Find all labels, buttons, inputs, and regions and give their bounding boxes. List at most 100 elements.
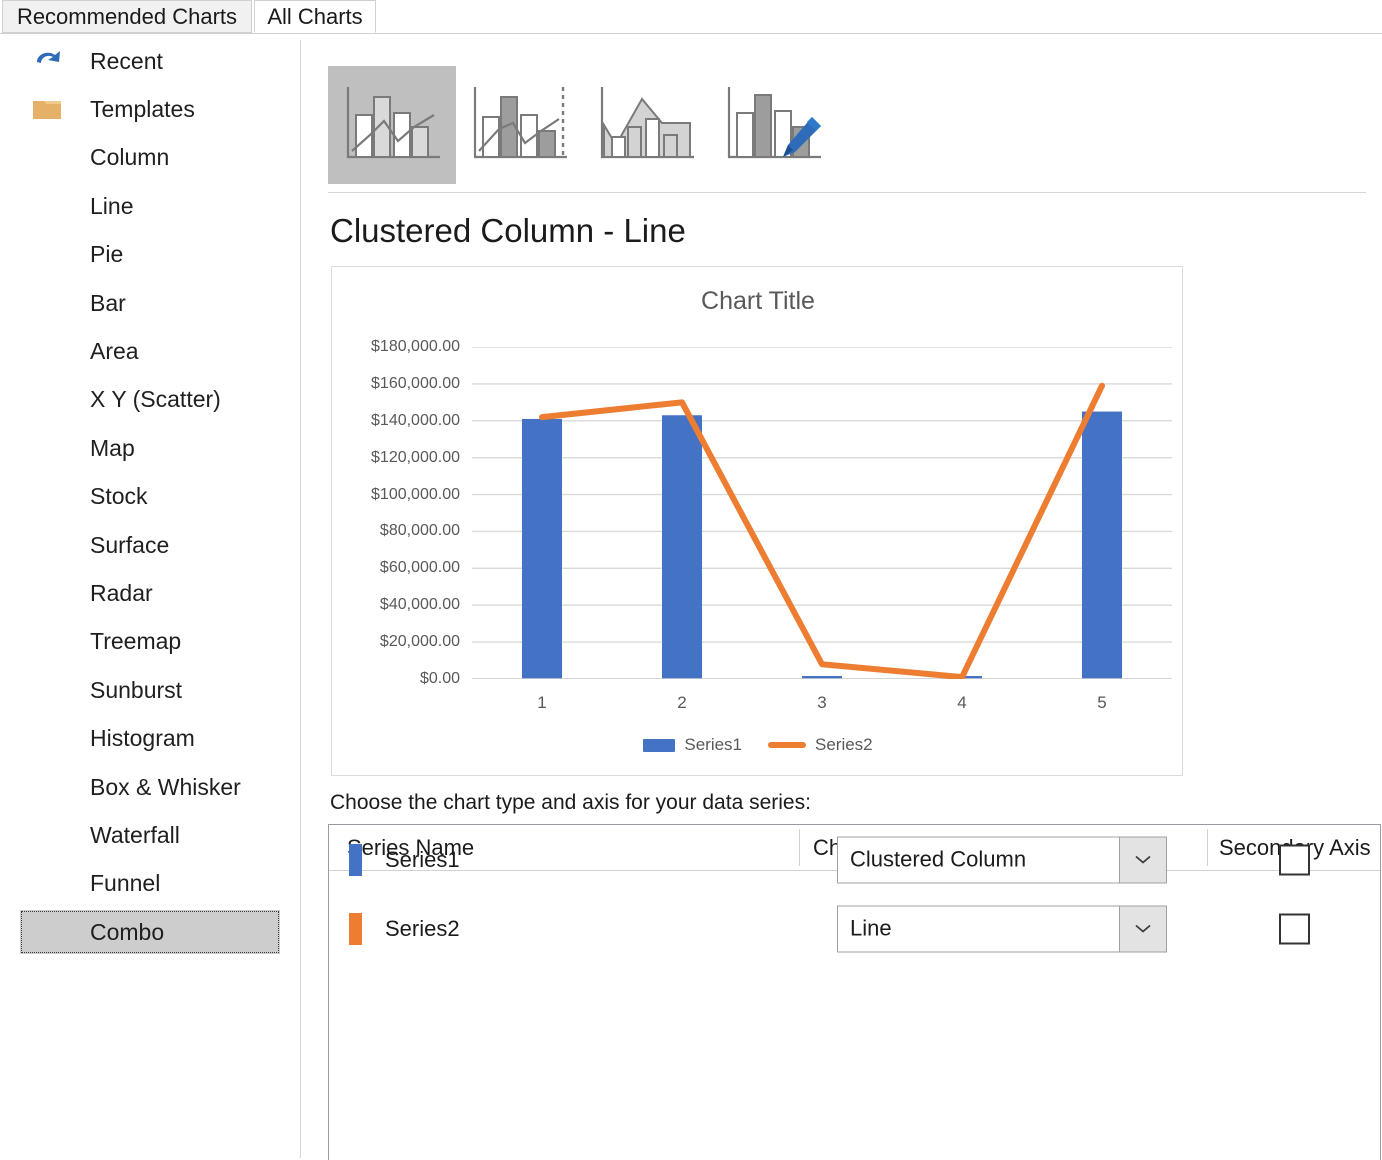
chart-subtype-stacked-area-clustered-column[interactable] <box>582 66 710 184</box>
chart-subtype-gallery <box>328 66 1366 184</box>
sidebar-item-label: Treemap <box>90 628 182 655</box>
sidebar-item-label: Map <box>90 434 135 461</box>
column-chart-icon <box>26 141 68 175</box>
chevron-down-icon[interactable] <box>1119 837 1166 882</box>
y-axis-tick: $60,000.00 <box>379 559 460 577</box>
series-color-swatch <box>349 843 362 876</box>
tab-all-charts-label: All Charts <box>267 3 363 29</box>
treemap-chart-icon <box>26 625 68 659</box>
y-axis-tick: $100,000.00 <box>371 485 460 503</box>
sidebar-item-label: Box & Whisker <box>90 773 241 800</box>
sidebar-item-sunburst[interactable]: Sunburst <box>20 668 280 712</box>
map-globe-icon <box>26 431 68 465</box>
sidebar-item-combo[interactable]: Combo <box>20 910 280 955</box>
surface-chart-icon <box>26 528 68 562</box>
sidebar-item-label: Bar <box>90 289 126 316</box>
chart-subtype-custom-combination[interactable] <box>709 66 837 184</box>
sidebar-item-pie[interactable]: Pie <box>20 233 280 277</box>
subtype-title: Clustered Column - Line <box>330 212 686 249</box>
chart-plot-area <box>472 347 1172 679</box>
y-axis-tick: $20,000.00 <box>379 633 460 651</box>
chart-type-value: Line <box>850 915 892 941</box>
tab-recommended-charts[interactable]: Recommended Charts <box>2 0 252 33</box>
x-axis-tick: 5 <box>1097 693 1107 712</box>
chart-preview: Chart Title $0.00 $20,000.00 $40,000.00 $60… <box>331 266 1183 776</box>
sidebar-item-label: Funnel <box>90 870 161 897</box>
sunburst-chart-icon <box>26 673 68 707</box>
x-axis-tick: 3 <box>817 693 827 712</box>
chart-type-value: Clustered Column <box>850 846 1027 872</box>
secondary-axis-checkbox[interactable] <box>1279 913 1310 944</box>
sidebar-item-bar[interactable]: Bar <box>20 281 280 325</box>
sidebar-item-box-whisker[interactable]: Box & Whisker <box>20 765 280 809</box>
sidebar-item-templates[interactable]: Templates <box>20 87 280 131</box>
line-chart-icon <box>26 189 68 223</box>
waterfall-icon <box>26 818 68 852</box>
chart-type-dropdown[interactable]: Line <box>837 905 1167 952</box>
legend-line-swatch <box>768 742 806 748</box>
tab-all-charts[interactable]: All Charts <box>254 0 376 33</box>
sidebar-item-label: Waterfall <box>90 821 180 848</box>
pie-chart-icon <box>26 238 68 272</box>
y-axis-tick: $160,000.00 <box>371 374 460 392</box>
sidebar-item-label: Histogram <box>90 725 195 752</box>
chart-legend: Series1 Series2 <box>332 735 1184 755</box>
sidebar-item-funnel[interactable]: Funnel <box>20 862 280 906</box>
series-panel-prompt: Choose the chart type and axis for your … <box>330 791 811 814</box>
y-axis-tick: $140,000.00 <box>371 411 460 429</box>
histogram-chart-icon <box>26 722 68 756</box>
area-chart-icon <box>26 334 68 368</box>
chart-subtype-clustered-column-line[interactable] <box>328 66 456 184</box>
secondary-axis-checkbox[interactable] <box>1279 844 1310 875</box>
funnel-chart-icon <box>26 867 68 901</box>
sidebar-item-label: Combo <box>90 918 165 945</box>
legend-bar-swatch <box>643 738 676 752</box>
legend-item: Series1 <box>643 735 742 755</box>
y-axis-tick: $40,000.00 <box>379 596 460 614</box>
sidebar-item-histogram[interactable]: Histogram <box>20 717 280 761</box>
x-axis-tick: 2 <box>677 693 687 712</box>
sidebar-item-label: Line <box>90 192 134 219</box>
dialog-tabstrip: Recommended Charts All Charts <box>0 0 1382 34</box>
sidebar-item-label: Recent <box>90 47 163 74</box>
x-axis-tick: 1 <box>537 693 547 712</box>
chart-category-sidebar: Recent Templates Column Line Pie Bar Area X Y (… <box>0 34 300 1160</box>
legend-item: Series2 <box>768 735 873 755</box>
tab-recommended-charts-label: Recommended Charts <box>16 3 238 29</box>
sidebar-item-area[interactable]: Area <box>20 329 280 373</box>
sidebar-item-label: Pie <box>90 241 124 268</box>
sidebar-item-stock[interactable]: Stock <box>20 475 280 519</box>
sidebar-item-recent[interactable]: Recent <box>20 39 280 83</box>
sidebar-item-label: Radar <box>90 579 153 606</box>
series-color-swatch <box>349 912 362 945</box>
sidebar-item-radar[interactable]: Radar <box>20 571 280 615</box>
folder-icon <box>26 92 68 126</box>
sidebar-item-map[interactable]: Map <box>20 426 280 470</box>
y-axis-tick: $80,000.00 <box>379 522 460 540</box>
chart-subtype-clustered-column-line-secondary-axis[interactable] <box>455 66 583 184</box>
sidebar-item-x-y-scatter[interactable]: X Y (Scatter) <box>20 378 280 422</box>
legend-label: Series1 <box>684 735 742 754</box>
sidebar-item-line[interactable]: Line <box>20 184 280 228</box>
sidebar-item-column[interactable]: Column <box>20 136 280 180</box>
sidebar-item-waterfall[interactable]: Waterfall <box>20 813 280 857</box>
sidebar-item-label: Surface <box>90 531 170 558</box>
series-row: Series1 Clustered Column <box>329 825 1380 894</box>
chart-type-dropdown[interactable]: Clustered Column <box>837 836 1167 883</box>
legend-label: Series2 <box>815 735 873 754</box>
sidebar-item-surface[interactable]: Surface <box>20 523 280 567</box>
recent-undo-icon <box>26 44 68 78</box>
sidebar-item-label: X Y (Scatter) <box>90 386 221 413</box>
sidebar-item-label: Column <box>90 144 170 171</box>
gallery-divider <box>328 192 1366 193</box>
chart-title: Chart Title <box>701 287 815 315</box>
y-axis-tick: $0.00 <box>419 670 460 687</box>
y-axis-tick: $120,000.00 <box>371 448 460 466</box>
scatter-chart-icon <box>26 383 68 417</box>
chevron-down-icon[interactable] <box>1119 906 1166 951</box>
series-name-label: Series2 <box>385 915 460 941</box>
sidebar-divider <box>300 40 301 1158</box>
sidebar-item-treemap[interactable]: Treemap <box>20 620 280 664</box>
sidebar-item-label: Stock <box>90 483 148 510</box>
series-row: Series2 Line <box>329 894 1380 963</box>
